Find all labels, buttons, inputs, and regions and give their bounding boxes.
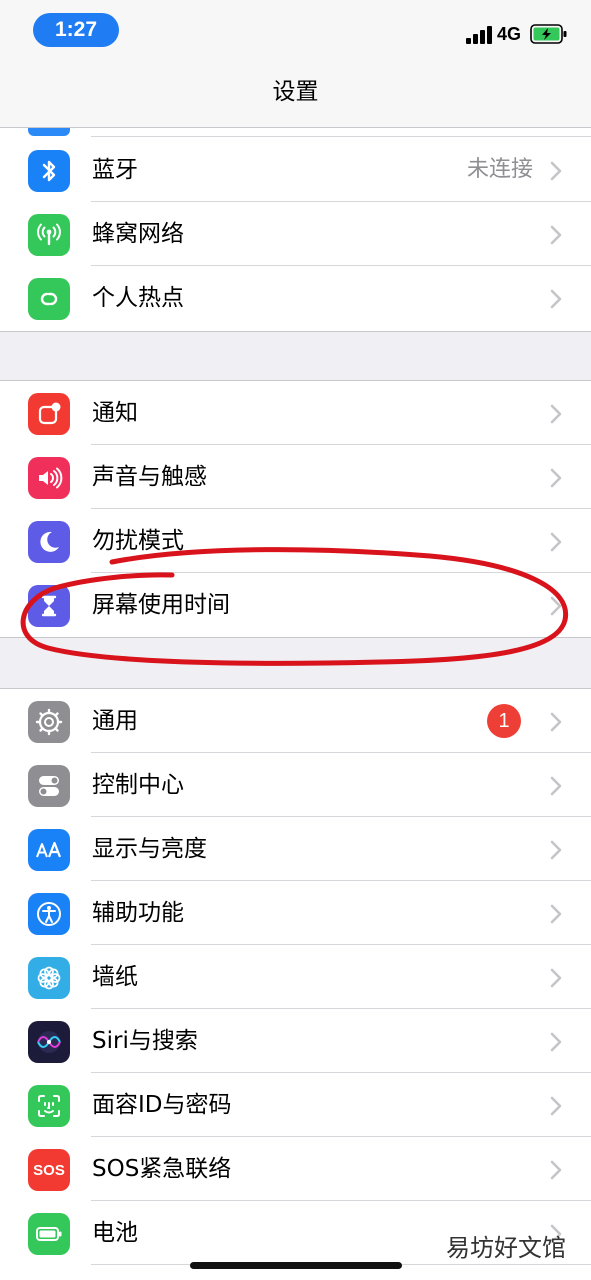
row-cellular[interactable]: 蜂窝网络 (0, 202, 591, 266)
row-label: 电池 (92, 1220, 138, 1246)
row-label: 墙纸 (92, 964, 138, 990)
notification-icon (28, 393, 70, 435)
speaker-icon (28, 457, 70, 499)
row-label: 屏幕使用时间 (92, 592, 230, 618)
signal-bars-icon (466, 26, 492, 44)
row-label: 蓝牙 (92, 157, 138, 183)
chevron-right-icon (550, 968, 562, 988)
row-label: 勿扰模式 (92, 528, 184, 554)
cellular-antenna-icon (28, 214, 70, 256)
row-face-id[interactable]: 面容ID与密码 (0, 1073, 591, 1137)
update-badge: 1 (487, 704, 521, 738)
bluetooth-status: 未连接 (466, 157, 533, 182)
bluetooth-icon (28, 150, 70, 192)
gear-icon (28, 701, 70, 743)
sos-icon: SOS (28, 1149, 70, 1191)
row-control-center[interactable]: 控制中心 (0, 753, 591, 817)
row-label: 控制中心 (92, 772, 184, 798)
status-bar: 1:27 4G (0, 0, 591, 62)
row-general[interactable]: 通用 1 (0, 689, 591, 753)
row-label: Siri与搜索 (92, 1028, 198, 1054)
chevron-right-icon (550, 904, 562, 924)
row-label: 通用 (92, 708, 138, 734)
chevron-right-icon (550, 468, 562, 488)
row-screen-time[interactable]: 屏幕使用时间 (0, 573, 591, 637)
chevron-right-icon (550, 1096, 562, 1116)
home-indicator[interactable] (190, 1262, 402, 1269)
settings-group-general: 通用 1 控制中心 显示与亮度 辅助功能 墙纸 Siri与搜索 面容ID与密码 … (0, 688, 591, 1280)
moon-icon (28, 521, 70, 563)
network-type: 4G (497, 24, 522, 44)
chevron-right-icon (550, 404, 562, 424)
page-title: 设置 (272, 79, 319, 105)
siri-icon (28, 1021, 70, 1063)
chevron-right-icon (550, 225, 562, 245)
chevron-right-icon (550, 596, 562, 616)
row-accessibility[interactable]: 辅助功能 (0, 881, 591, 945)
chevron-right-icon (550, 1160, 562, 1180)
row-label: 声音与触感 (92, 464, 207, 490)
flower-icon (28, 957, 70, 999)
row-label: 个人热点 (92, 285, 184, 311)
settings-group-connectivity: 蓝牙 未连接 蜂窝网络 个人热点 (0, 128, 591, 332)
chevron-right-icon (550, 712, 562, 732)
row-wallpaper[interactable]: 墙纸 (0, 945, 591, 1009)
nav-bar: 设置 (0, 62, 591, 128)
row-display-brightness[interactable]: 显示与亮度 (0, 817, 591, 881)
hourglass-icon (28, 585, 70, 627)
row-do-not-disturb[interactable]: 勿扰模式 (0, 509, 591, 573)
accessibility-icon (28, 893, 70, 935)
status-time[interactable]: 1:27 (33, 13, 119, 47)
row-label: 面容ID与密码 (92, 1092, 232, 1118)
chevron-right-icon (550, 532, 562, 552)
face-id-icon (28, 1085, 70, 1127)
row-siri-search[interactable]: Siri与搜索 (0, 1009, 591, 1073)
row-sounds[interactable]: 声音与触感 (0, 445, 591, 509)
battery-charging-icon (530, 24, 567, 44)
row-notifications[interactable]: 通知 (0, 381, 591, 445)
toggles-icon (28, 765, 70, 807)
watermark-text: 易坊好文馆 (446, 1234, 566, 1262)
row-label: 辅助功能 (92, 900, 184, 926)
text-size-icon (28, 829, 70, 871)
settings-group-notifications: 通知 声音与触感 勿扰模式 屏幕使用时间 (0, 380, 591, 638)
row-label: 通知 (92, 400, 138, 426)
hotspot-link-icon (28, 278, 70, 320)
chevron-right-icon (550, 840, 562, 860)
chevron-right-icon (550, 161, 562, 181)
chevron-right-icon (550, 776, 562, 796)
row-bluetooth[interactable]: 蓝牙 未连接 (0, 138, 591, 202)
row-label: SOS紧急联络 (92, 1156, 232, 1182)
row-label: 蜂窝网络 (92, 221, 184, 247)
chevron-right-icon (550, 289, 562, 309)
row-label: 显示与亮度 (92, 836, 207, 862)
row-emergency-sos[interactable]: SOS SOS紧急联络 (0, 1137, 591, 1201)
row-hotspot[interactable]: 个人热点 (0, 266, 591, 330)
partial-row-icon (28, 128, 70, 136)
chevron-right-icon (550, 1032, 562, 1052)
battery-icon (28, 1213, 70, 1255)
